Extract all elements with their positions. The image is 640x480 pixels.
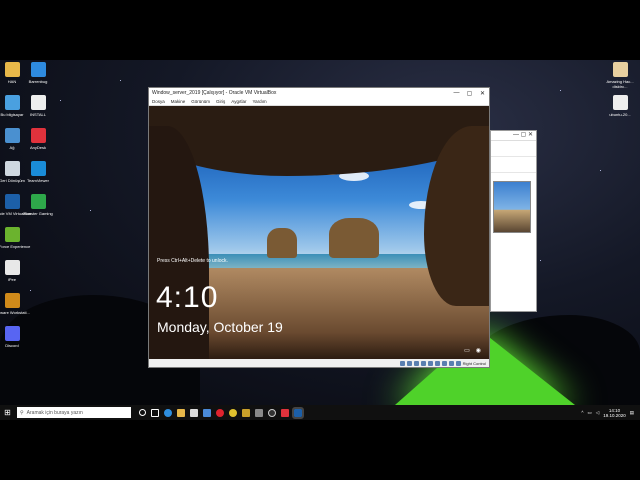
file-icon (612, 95, 628, 110)
window-thumbnail (493, 181, 531, 233)
volume-icon[interactable]: ◁ (596, 410, 599, 416)
desktop-shortcut[interactable]: iPee (0, 260, 32, 282)
ease-of-access-icon[interactable]: ◉ (476, 347, 481, 354)
optical-drive-icon[interactable] (406, 360, 412, 366)
display-icon[interactable] (441, 360, 447, 366)
desktop-shortcut-label: TeamViewer (27, 178, 49, 183)
taskbar-clock[interactable]: 14:10 19.10.2020 (603, 408, 626, 418)
menu-bar: Dosya Makine Görünüm Giriş Aygıtlar Yard… (149, 98, 489, 106)
sea-rock (329, 218, 379, 258)
unlock-hint: Press Ctrl+Alt+Delete to unlock. (157, 258, 228, 264)
audio-icon[interactable] (413, 360, 419, 366)
store-icon[interactable] (190, 408, 198, 417)
cpu-icon[interactable] (455, 360, 461, 366)
menu-makine[interactable]: Makine (171, 99, 186, 104)
task-view-icon[interactable] (151, 408, 159, 417)
desktop-shortcut-label: Ağ (9, 145, 15, 150)
shared-folder-icon[interactable] (434, 360, 440, 366)
app-icon (30, 194, 46, 209)
desktop-shortcut[interactable]: Amazing Hac... disktrc... (600, 62, 640, 89)
vmware-icon[interactable] (255, 408, 263, 417)
start-button[interactable]: ⊞ (0, 405, 15, 420)
chrome-icon[interactable] (229, 408, 237, 417)
opera-icon[interactable] (216, 408, 224, 417)
maximize-icon[interactable]: ▢ (463, 90, 476, 97)
usb-icon[interactable] (427, 360, 433, 366)
desktop: HANBu bilgisayarAğGeri DönüşümOracle VM … (0, 60, 640, 405)
geforce-icon (4, 227, 20, 242)
desktop-shortcut-label: Discord (5, 343, 19, 348)
window-titlebar[interactable]: Window_server_2019 [Çalışıyor] - Oracle … (149, 88, 489, 98)
edge-icon[interactable] (164, 408, 172, 417)
vm-display[interactable]: Press Ctrl+Alt+Delete to unlock. 4:10 Mo… (149, 106, 489, 360)
menu-yardim[interactable]: Yardım (252, 99, 266, 104)
file-icon (30, 95, 46, 110)
close-icon[interactable]: ✕ (476, 90, 489, 97)
file-icon (4, 260, 20, 275)
search-icon: ⚲ (20, 409, 24, 416)
desktop-shortcut-label: GeForce Experience (0, 244, 31, 249)
app-icon[interactable] (242, 408, 250, 417)
system-tray: ^ ▭ ◁ 14:10 19.10.2020 ▤ (581, 408, 640, 418)
desktop-shortcut-label: VMware Workstati... (0, 310, 30, 315)
desktop-shortcut-label: HAN (7, 79, 17, 84)
obs-icon[interactable] (268, 408, 276, 417)
desktop-shortcut[interactable]: Monster Gaming (18, 194, 58, 216)
lockscreen-date: Monday, October 19 (157, 319, 283, 335)
desktop-shortcut[interactable]: Barrenbug (18, 62, 58, 84)
desktop-shortcut[interactable]: Discord (0, 326, 32, 348)
desktop-shortcut-label: ubuntu-20... (609, 112, 631, 117)
menu-gorunum[interactable]: Görünüm (191, 99, 210, 104)
desktop-shortcut-label: Barrenbug (28, 79, 48, 84)
recording-icon[interactable] (448, 360, 454, 366)
desktop-shortcut[interactable]: ubuntu-20... (600, 95, 640, 117)
notifications-icon[interactable]: ▤ (630, 410, 634, 416)
desktop-shortcut[interactable]: TeamViewer (18, 161, 58, 183)
desktop-shortcut-label: AnyDesk (29, 145, 46, 150)
vm-statusbar: Right Control (149, 359, 489, 367)
file-explorer-icon[interactable] (177, 408, 185, 417)
desktop-shortcut[interactable]: VMware Workstati... (0, 293, 32, 315)
desktop-shortcut-label: Amazing Hac... disktrc... (606, 79, 634, 89)
desktop-shortcut-label: INSTALL (30, 112, 46, 117)
network-icon[interactable]: ▭ (587, 410, 591, 416)
mail-icon[interactable] (203, 408, 211, 417)
desktop-shortcut-label: Monster Gaming (23, 211, 53, 216)
chevron-up-icon[interactable]: ^ (581, 410, 583, 415)
app-icon (30, 62, 46, 77)
network-adapter-icon[interactable] (420, 360, 426, 366)
lockscreen-time: 4:10 (156, 281, 219, 314)
video-letterbox-top (0, 0, 640, 60)
teamviewer-icon (30, 161, 46, 176)
window-title: Window_server_2019 [Çalışıyor] - Oracle … (152, 90, 277, 96)
virtualbox-taskbar-icon[interactable] (292, 406, 304, 419)
anydesk-icon (30, 128, 46, 143)
hdd-icon[interactable] (399, 360, 405, 366)
desktop-shortcut-label: iPee (7, 277, 16, 282)
desktop-shortcut[interactable]: INSTALL (18, 95, 58, 117)
video-letterbox-bottom (0, 420, 640, 480)
desktop-shortcut[interactable]: AnyDesk (18, 128, 58, 150)
menu-dosya[interactable]: Dosya (152, 99, 165, 104)
host-key-label: Right Control (462, 360, 486, 366)
anydesk-icon[interactable] (281, 408, 289, 417)
minimize-icon[interactable]: — (450, 90, 463, 97)
search-placeholder: Aramak için buraya yazın (26, 409, 83, 416)
cortana-icon[interactable] (139, 409, 146, 416)
network-icon[interactable]: ▭ (464, 347, 470, 354)
menu-giris[interactable]: Giriş (216, 99, 225, 104)
file-icon (612, 62, 628, 77)
desktop-shortcut[interactable]: GeForce Experience (0, 227, 32, 249)
vmware-icon (4, 293, 20, 308)
sea-rock (267, 228, 297, 258)
taskbar: ⊞ ⚲ Aramak için buraya yazın ^ ▭ ◁ 14:10… (0, 405, 640, 420)
background-window[interactable]: — ▢ ✕ (490, 130, 537, 312)
discord-icon (4, 326, 20, 341)
taskbar-search[interactable]: ⚲ Aramak için buraya yazın (17, 407, 131, 418)
virtualbox-window[interactable]: Window_server_2019 [Çalışıyor] - Oracle … (148, 87, 490, 368)
menu-aygitlar[interactable]: Aygıtlar (231, 99, 246, 104)
